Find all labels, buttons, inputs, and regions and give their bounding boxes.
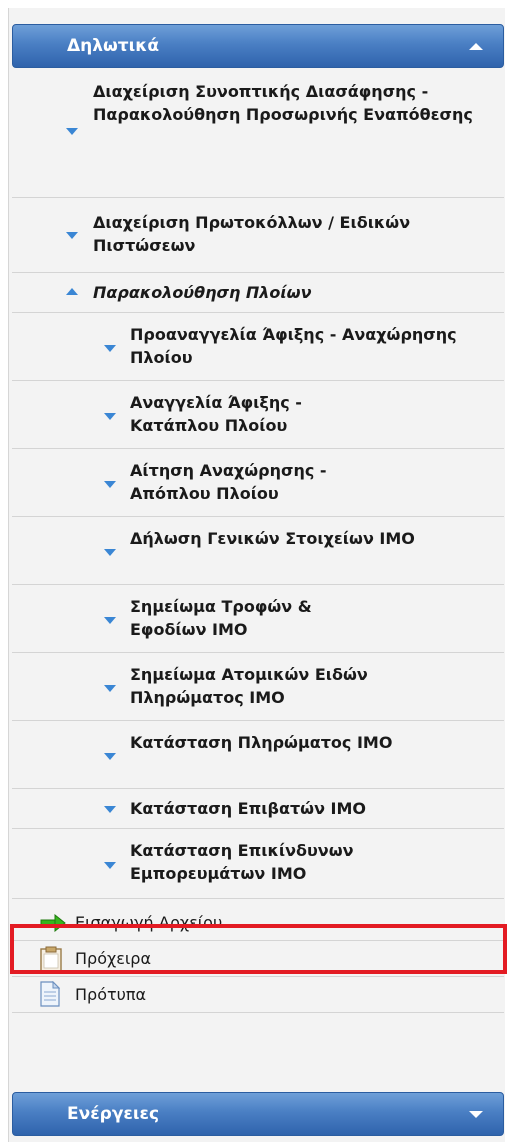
templates-link[interactable]: Πρότυπα [12,977,504,1013]
expand-arrow-icon [104,549,116,556]
submenu-item-genika-stoixeia[interactable]: Δήλωση Γενικών Στοιχείων IMO [12,517,504,585]
submenu-item-label: Κατάσταση Επικίνδυνων Εμπορευμάτων IMO [130,841,354,883]
collapse-arrow-icon [66,288,78,295]
submenu-item-label: Αναγγελία Άφιξης - Κατάπλου Πλοίου [130,393,302,435]
expand-arrow-icon [104,617,116,624]
menu-item-parakolouthisi-ploion[interactable]: Παρακολούθηση Πλοίων [12,273,504,313]
submenu-item-label: Προαναγγελία Άφιξης - Αναχώρησης Πλοίου [130,325,457,367]
submenu-item-label: Σημείωμα Τροφών & Εφοδίων IMO [130,597,312,639]
import-file-label: Εισαγωγή Αρχείου [75,913,223,932]
panel-title: Ενέργειες [67,1104,160,1124]
energeies-panel-header[interactable]: Ενέργειες [12,1092,504,1136]
menu-item-label: Διαχείριση Συνοπτικής Διασάφησης - Παρακ… [93,82,473,124]
submenu-item-label: Αίτηση Αναχώρησης - Απόπλου Πλοίου [130,461,327,503]
drafts-label: Πρόχειρα [75,949,151,968]
submenu-item-anaggelia[interactable]: Αναγγελία Άφιξης - Κατάπλου Πλοίου [12,381,504,449]
green-arrow-right-icon [40,913,66,936]
import-file-link[interactable]: Εισαγωγή Αρχείου [12,905,504,941]
menu-item-label: Παρακολούθηση Πλοίων [93,283,312,302]
sidebar-container: Δηλωτικά Διαχείριση Συνοπτικής Διασάφηση… [0,0,508,1146]
expand-arrow-icon[interactable] [469,1110,483,1118]
menu-item-label: Διαχείριση Πρωτοκόλλων / Ειδικών Πιστώσε… [93,213,411,255]
menu-item-synoptiki-diasafisi[interactable]: Διαχείριση Συνοπτικής Διασάφησης - Παρακ… [12,72,504,198]
submenu-item-katastasi-epivaton[interactable]: Κατάσταση Επιβατών IMO [12,789,504,829]
navigation-menu: Διαχείριση Συνοπτικής Διασάφησης - Παρακ… [12,72,504,1013]
submenu-item-epikindyna[interactable]: Κατάσταση Επικίνδυνων Εμπορευμάτων IMO [12,829,504,899]
expand-arrow-icon [104,345,116,352]
collapse-arrow-icon[interactable] [469,42,483,50]
expand-arrow-icon [104,862,116,869]
submenu-item-aitisi-anaxorisis[interactable]: Αίτηση Αναχώρησης - Απόπλου Πλοίου [12,449,504,517]
submenu-item-label: Σημείωμα Ατομικών Ειδών Πληρώματος IMO [130,665,368,707]
expand-arrow-icon [104,413,116,420]
menu-item-protokolla[interactable]: Διαχείριση Πρωτοκόλλων / Ειδικών Πιστώσε… [12,198,504,273]
drafts-link[interactable]: Πρόχειρα [12,941,504,977]
submenu-item-label: Δήλωση Γενικών Στοιχείων IMO [130,529,415,548]
expand-arrow-icon [104,685,116,692]
expand-arrow-icon [104,806,116,813]
expand-arrow-icon [104,753,116,760]
clipboard-icon [40,946,62,976]
templates-label: Πρότυπα [75,985,147,1004]
expand-arrow-icon [66,128,78,135]
submenu-item-katastasi-pliromatos[interactable]: Κατάσταση Πληρώματος IMO [12,721,504,789]
submenu-item-trofes-efodia[interactable]: Σημείωμα Τροφών & Εφοδίων IMO [12,585,504,653]
dilotika-panel-header[interactable]: Δηλωτικά [12,24,504,68]
expand-arrow-icon [104,481,116,488]
submenu-item-label: Κατάσταση Επιβατών IMO [130,799,367,818]
submenu-item-label: Κατάσταση Πληρώματος IMO [130,733,393,752]
document-icon [40,980,61,1011]
submenu-item-atomika-eidi[interactable]: Σημείωμα Ατομικών Ειδών Πληρώματος IMO [12,653,504,721]
submenu-item-proanaggelia[interactable]: Προαναγγελία Άφιξης - Αναχώρησης Πλοίου [12,313,504,381]
expand-arrow-icon [66,232,78,239]
panel-title: Δηλωτικά [67,36,160,56]
